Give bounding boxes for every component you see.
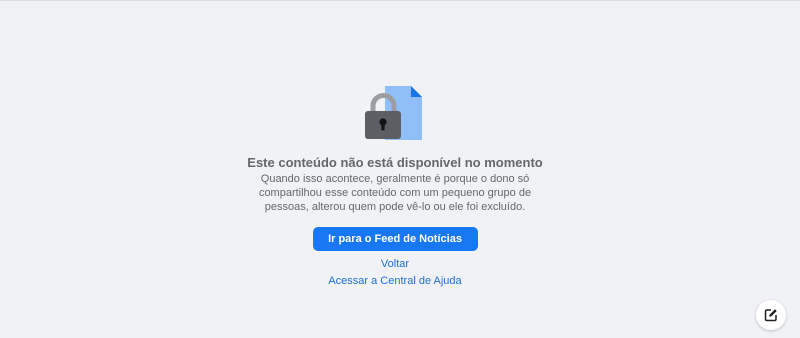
new-message-button[interactable] — [756, 300, 786, 330]
top-divider — [0, 0, 800, 1]
help-center-link[interactable]: Acessar a Central de Ajuda — [328, 274, 461, 288]
page-title: Este conteúdo não está disponível no mom… — [247, 155, 543, 170]
go-to-news-feed-button[interactable]: Ir para o Feed de Notícias — [312, 227, 478, 251]
lock-document-icon — [365, 86, 422, 140]
back-link[interactable]: Voltar — [381, 257, 409, 271]
description-text: Quando isso acontece, geralmente é porqu… — [258, 173, 532, 213]
content-unavailable-panel: Este conteúdo não está disponível no mom… — [0, 86, 790, 288]
new-message-icon — [764, 309, 777, 322]
